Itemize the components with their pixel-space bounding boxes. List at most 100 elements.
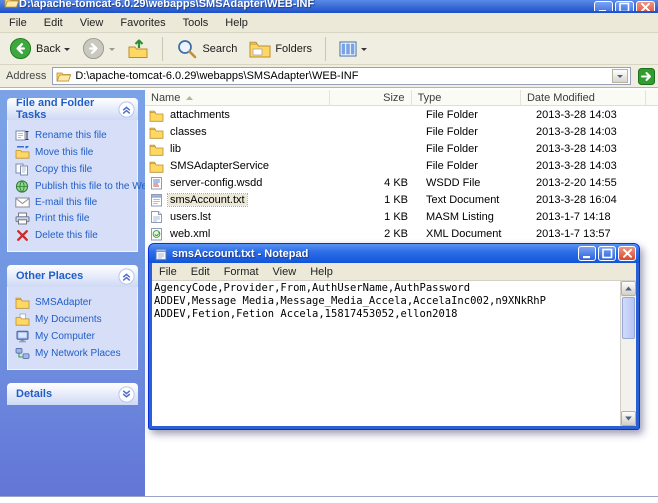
file-name-cell: attachments bbox=[145, 109, 335, 122]
chevron-double-up-icon[interactable] bbox=[118, 268, 135, 285]
forward-dropdown-icon[interactable] bbox=[109, 48, 115, 54]
notepad-menubar: File Edit Format View Help bbox=[152, 263, 636, 280]
folder-icon bbox=[148, 109, 164, 122]
file-row-web-xml[interactable]: web.xml2 KBXML Document2013-1-7 13:57 bbox=[145, 226, 658, 242]
menu-item-help[interactable]: Help bbox=[225, 17, 248, 29]
address-dropdown-button[interactable] bbox=[612, 69, 628, 83]
task-e-mail-this-file[interactable]: E-mail this file bbox=[14, 195, 134, 210]
lst-file-icon bbox=[148, 210, 164, 224]
column-header-name[interactable]: Name bbox=[145, 90, 330, 105]
scroll-down-icon bbox=[622, 413, 635, 424]
toolbar-separator bbox=[325, 37, 326, 61]
task-delete-this-file[interactable]: Delete this file bbox=[14, 227, 134, 244]
menu-item-favorites[interactable]: Favorites bbox=[120, 17, 165, 29]
maximize-button[interactable] bbox=[615, 1, 634, 11]
menu-item-file[interactable]: File bbox=[159, 266, 177, 278]
other-places-title: Other Places bbox=[16, 270, 83, 282]
task-label: My Computer bbox=[35, 331, 95, 342]
file-row-server-config-wsdd[interactable]: server-config.wsdd4 KBWSDD File2013-2-20… bbox=[145, 175, 658, 191]
notepad-text-area[interactable]: AgencyCode,Provider,From,AuthUserName,Au… bbox=[152, 281, 620, 426]
file-row-classes[interactable]: classesFile Folder2013-3-28 14:03 bbox=[145, 124, 658, 140]
task-my-network-places[interactable]: My Network Places bbox=[14, 345, 134, 362]
scroll-down-button[interactable] bbox=[621, 411, 636, 426]
menu-item-tools[interactable]: Tools bbox=[183, 17, 209, 29]
notepad-close-button[interactable] bbox=[618, 246, 636, 261]
views-button[interactable] bbox=[336, 39, 370, 59]
close-button[interactable] bbox=[636, 1, 655, 11]
back-dropdown-icon[interactable] bbox=[64, 48, 70, 54]
scrollbar-track[interactable] bbox=[621, 340, 636, 411]
file-row-smsadapterservice[interactable]: SMSAdapterServiceFile Folder2013-3-28 14… bbox=[145, 158, 658, 174]
desktop: D:\apache-tomcat-6.0.29\webapps\SMSAdapt… bbox=[0, 0, 658, 503]
minimize-button[interactable] bbox=[594, 1, 613, 11]
task-my-documents[interactable]: My Documents bbox=[14, 311, 134, 328]
chevron-double-up-icon[interactable] bbox=[118, 101, 135, 118]
address-input[interactable]: D:\apache-tomcat-6.0.29\webapps\SMSAdapt… bbox=[52, 67, 631, 85]
explorer-toolbar: Back Search Folders bbox=[0, 33, 658, 65]
chevron-double-down-icon[interactable] bbox=[118, 386, 135, 403]
close-icon bbox=[638, 1, 653, 11]
task-smsadapter[interactable]: SMSAdapter bbox=[14, 294, 134, 311]
notepad-icon bbox=[154, 247, 168, 261]
file-type: XML Document bbox=[418, 228, 530, 240]
up-button[interactable] bbox=[124, 36, 152, 62]
file-row-users-lst[interactable]: users.lst1 KBMASM Listing2013-1-7 14:18 bbox=[145, 209, 658, 225]
go-button[interactable] bbox=[637, 67, 655, 85]
task-print-this-file[interactable]: Print this file bbox=[14, 210, 134, 227]
scroll-up-button[interactable] bbox=[621, 281, 636, 296]
file-row-lib[interactable]: libFile Folder2013-3-28 14:03 bbox=[145, 141, 658, 157]
scrollbar-thumb[interactable] bbox=[622, 297, 635, 339]
file-modified: 2013-3-28 14:03 bbox=[530, 109, 658, 121]
menu-item-file[interactable]: File bbox=[9, 17, 27, 29]
column-header-label: Name bbox=[151, 92, 180, 104]
xml-file-icon bbox=[148, 227, 164, 241]
sort-asc-icon bbox=[185, 94, 194, 102]
notepad-minimize-button[interactable] bbox=[578, 246, 596, 261]
folders-button[interactable]: Folders bbox=[246, 38, 315, 60]
file-type: WSDD File bbox=[418, 177, 530, 189]
menu-item-edit[interactable]: Edit bbox=[191, 266, 210, 278]
file-folder-tasks-header[interactable]: File and Folder Tasks bbox=[7, 98, 138, 120]
task-rename-this-file[interactable]: Rename this file bbox=[14, 127, 134, 144]
search-button[interactable]: Search bbox=[173, 36, 240, 62]
column-header-type[interactable]: Type bbox=[412, 90, 521, 105]
column-header-label: Date Modified bbox=[527, 92, 595, 104]
file-row-attachments[interactable]: attachmentsFile Folder2013-3-28 14:03 bbox=[145, 107, 658, 123]
task-label: Delete this file bbox=[35, 230, 98, 241]
task-label: Publish this file to the Web bbox=[35, 181, 145, 192]
file-name: lib bbox=[168, 143, 183, 155]
menu-item-view[interactable]: View bbox=[80, 17, 104, 29]
task-label: My Documents bbox=[35, 314, 102, 325]
column-header-date-modified[interactable]: Date Modified bbox=[521, 90, 646, 105]
file-rows: attachmentsFile Folder2013-3-28 14:03cla… bbox=[145, 107, 658, 242]
maximize-icon bbox=[617, 1, 632, 11]
task-move-this-file[interactable]: Move this file bbox=[14, 144, 134, 161]
notepad-maximize-button[interactable] bbox=[598, 246, 616, 261]
task-label: Move this file bbox=[35, 147, 93, 158]
task-publish-this-file-to-the-web[interactable]: Publish this file to the Web bbox=[14, 178, 134, 195]
notepad-vertical-scrollbar[interactable] bbox=[620, 281, 636, 426]
other-places-panel: Other Places SMSAdapter My Documents My Co… bbox=[7, 265, 138, 370]
documents-icon bbox=[14, 313, 30, 326]
file-row-smsaccount-txt[interactable]: smsAccount.txt1 KBText Document2013-3-28… bbox=[145, 192, 658, 208]
back-button[interactable]: Back bbox=[6, 35, 73, 62]
other-places-header[interactable]: Other Places bbox=[7, 265, 138, 287]
task-my-computer[interactable]: My Computer bbox=[14, 328, 134, 345]
menu-item-format[interactable]: Format bbox=[224, 266, 259, 278]
menu-item-view[interactable]: View bbox=[273, 266, 297, 278]
details-header[interactable]: Details bbox=[7, 383, 138, 405]
task-label: E-mail this file bbox=[35, 197, 97, 208]
notepad-window-controls bbox=[578, 246, 636, 261]
views-dropdown-icon[interactable] bbox=[361, 48, 367, 54]
search-icon bbox=[176, 38, 198, 60]
menu-item-help[interactable]: Help bbox=[310, 266, 333, 278]
explorer-titlebar[interactable]: D:\apache-tomcat-6.0.29\webapps\SMSAdapt… bbox=[0, 0, 658, 13]
notepad-titlebar[interactable]: smsAccount.txt - Notepad bbox=[149, 244, 639, 263]
task-copy-this-file[interactable]: Copy this file bbox=[14, 161, 134, 178]
column-header-size[interactable]: Size bbox=[330, 90, 411, 105]
email-icon bbox=[14, 197, 30, 208]
menu-item-edit[interactable]: Edit bbox=[44, 17, 63, 29]
file-size: 2 KB bbox=[335, 228, 418, 240]
forward-button[interactable] bbox=[79, 35, 118, 62]
file-name-cell: web.xml bbox=[145, 227, 335, 241]
